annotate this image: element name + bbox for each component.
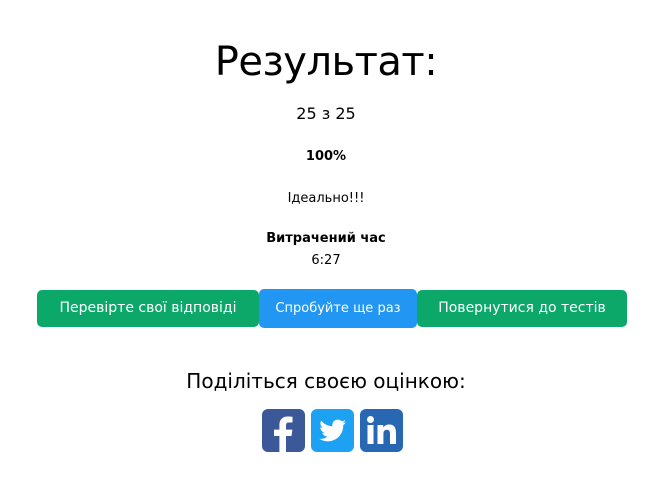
time-spent-label: Витрачений час <box>266 231 386 246</box>
share-title: Поділіться своєю оцінкою: <box>186 369 466 393</box>
twitter-share-link[interactable] <box>311 409 354 452</box>
verdict-text: Ідеально!!! <box>287 191 365 206</box>
score-text: 25 з 25 <box>296 104 356 123</box>
try-again-button[interactable]: Спробуйте ще раз <box>259 289 417 328</box>
twitter-icon <box>311 409 354 452</box>
linkedin-icon <box>360 409 403 452</box>
page-title: Результат: <box>214 39 438 85</box>
time-spent-value: 6:27 <box>311 253 341 268</box>
facebook-share-link[interactable] <box>262 409 305 452</box>
results-page: Результат: 25 з 25 100% Ідеально!!! Витр… <box>0 0 652 501</box>
back-to-tests-button[interactable]: Повернутися до тестів <box>417 290 627 327</box>
linkedin-share-link[interactable] <box>360 409 403 452</box>
check-answers-button[interactable]: Перевірте свої відповіді <box>37 290 259 327</box>
facebook-icon <box>262 409 305 452</box>
percent-text: 100% <box>305 149 347 164</box>
